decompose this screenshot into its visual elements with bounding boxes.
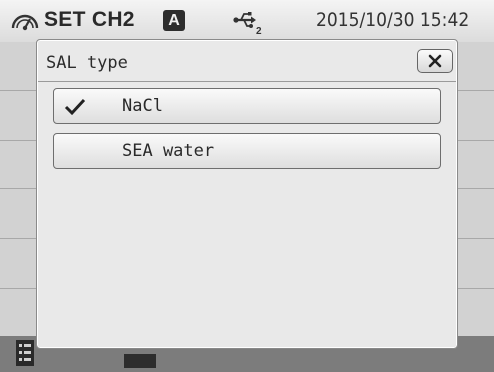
datetime: 2015/10/30 15:42 [316,9,470,31]
list-icon[interactable] [16,340,34,366]
close-button[interactable] [417,49,453,73]
gauge-icon [10,11,40,31]
checkmark-icon [64,98,86,116]
usb-icon: 2 [232,10,264,37]
svg-text:2: 2 [256,26,262,36]
option-sea-water-button[interactable]: SEA water [53,133,441,169]
status-bar: SET CH2 A 2 2015/10/30 15:42 [0,0,494,42]
close-icon [428,54,442,68]
book-icon[interactable] [124,354,156,368]
option-label: SEA water [122,141,215,161]
dialog-title: SAL type [46,53,128,73]
screen-title: SET CH2 [44,8,135,31]
option-label: NaCl [122,96,163,116]
dialog-divider [38,81,456,82]
sal-type-dialog: SAL type NaCl SEA water [36,39,458,349]
mode-badge: A [163,10,185,31]
option-nacl-button[interactable]: NaCl [53,88,441,124]
